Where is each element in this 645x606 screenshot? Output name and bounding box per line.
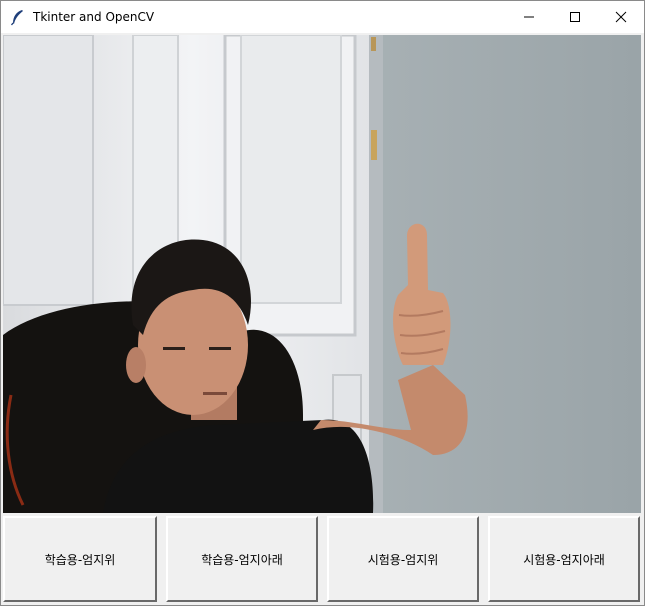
close-button[interactable]: [598, 1, 644, 33]
feather-icon: [10, 10, 23, 26]
close-icon: [615, 11, 627, 23]
window-controls: [506, 1, 644, 33]
maximize-button[interactable]: [552, 1, 598, 33]
minimize-button[interactable]: [506, 1, 552, 33]
train-thumbs-down-button[interactable]: 학습용-엄지아래: [166, 516, 318, 602]
button-row: 학습용-엄지위 학습용-엄지아래 시험용-엄지위 시험용-엄지아래: [2, 516, 643, 604]
train-thumbs-up-label: 학습용-엄지위: [44, 552, 116, 567]
test-thumbs-up-label: 시험용-엄지위: [367, 552, 439, 567]
maximize-icon: [570, 12, 580, 22]
test-thumbs-down-button[interactable]: 시험용-엄지아래: [488, 516, 640, 602]
minimize-icon: [524, 16, 534, 18]
webcam-image: [3, 35, 641, 513]
video-frame: [3, 35, 641, 513]
window-title: Tkinter and OpenCV: [33, 10, 155, 24]
test-thumbs-down-label: 시험용-엄지아래: [523, 552, 605, 567]
train-thumbs-up-button[interactable]: 학습용-엄지위: [3, 516, 157, 602]
test-thumbs-up-button[interactable]: 시험용-엄지위: [327, 516, 479, 602]
train-thumbs-down-label: 학습용-엄지아래: [201, 552, 283, 567]
title-bar[interactable]: Tkinter and OpenCV: [1, 1, 644, 33]
app-window: Tkinter and OpenCV 학습용-엄지위 학습용-엄지아래 시험용-…: [0, 0, 645, 606]
